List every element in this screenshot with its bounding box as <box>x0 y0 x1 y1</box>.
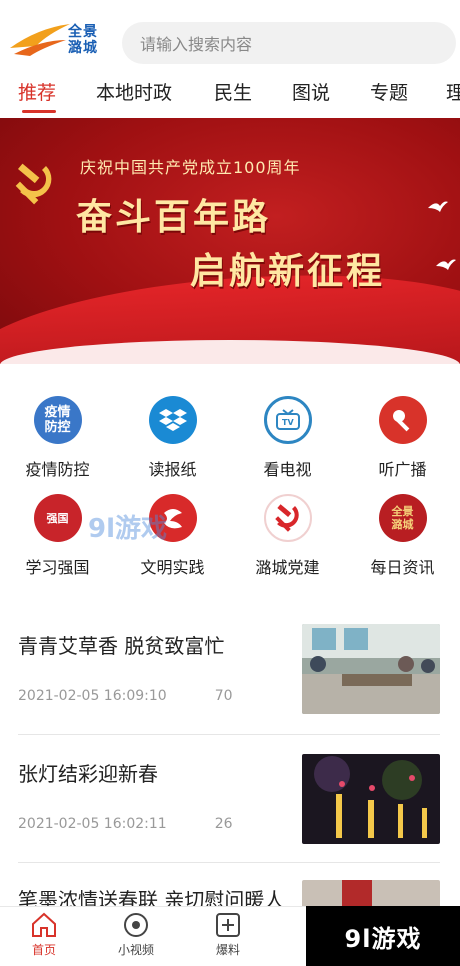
quick-link-label: 文明实践 <box>140 558 205 577</box>
dove-icon <box>436 259 456 270</box>
banner-headline-1: 奋斗百年路 <box>76 196 272 238</box>
news-title: 青青艾草香 脱贫致富忙 <box>18 634 225 658</box>
watermark-text: 9l游戏 <box>344 924 422 953</box>
news-title: 张灯结彩迎新春 <box>18 762 158 786</box>
news-item[interactable]: 青青艾草香 脱贫致富忙 2021-02-05 16:09:10 70 <box>0 604 460 732</box>
banner-subtitle: 庆祝中国共产党成立100周年 <box>80 158 301 177</box>
quick-link-epidemic[interactable]: 疫情 防控 疫情防控 <box>0 396 115 486</box>
tab-recommend[interactable]: 推荐 <box>18 78 56 105</box>
news-thumbnail[interactable] <box>302 624 440 714</box>
banner-headline-2: 启航新征程 <box>190 250 386 292</box>
quick-link-party-building[interactable]: 潞城党建 <box>230 494 345 584</box>
dropbox-icon <box>148 396 197 444</box>
party-emblem-icon <box>263 494 312 542</box>
logo-text-line1: 全景 <box>68 24 98 40</box>
news-item[interactable]: 张灯结彩迎新春 2021-02-05 16:02:11 26 <box>0 734 460 862</box>
dove-icon <box>428 201 448 212</box>
microphone-icon <box>378 396 427 444</box>
plus-icon <box>216 913 240 937</box>
quick-link-newspaper[interactable]: 读报纸 <box>115 396 230 486</box>
nav-label: 小视频 <box>117 943 154 957</box>
svg-text:TV: TV <box>282 418 294 427</box>
video-icon <box>124 913 148 937</box>
epidemic-icon: 疫情 防控 <box>33 396 82 444</box>
watermark-badge: 9l游戏 <box>306 906 460 966</box>
nav-report[interactable]: 爆料 <box>198 911 258 958</box>
news-view-count: 26 <box>214 816 233 832</box>
tab-livelihood[interactable]: 民生 <box>214 78 252 105</box>
search-placeholder: 请输入搜索内容 <box>140 35 253 54</box>
category-tabs: 推荐 本地时政 民生 图说 专题 理 <box>0 72 460 116</box>
xuexi-icon: 强国 <box>33 494 82 542</box>
quick-link-label: 疫情防控 <box>25 460 90 479</box>
quick-link-label: 看电视 <box>263 460 312 479</box>
news-time: 2021-02-05 16:02:11 <box>18 816 167 832</box>
nav-home[interactable]: 首页 <box>14 911 74 958</box>
tab-picture[interactable]: 图说 <box>292 78 330 105</box>
quick-link-tv[interactable]: TV 看电视 <box>230 396 345 486</box>
app-logo[interactable]: 全景 潞城 <box>8 20 104 62</box>
tab-topics[interactable]: 专题 <box>370 78 408 105</box>
tv-icon: TV <box>263 396 312 444</box>
nav-label: 首页 <box>31 943 56 957</box>
news-thumbnail[interactable] <box>302 754 440 844</box>
nav-label: 爆料 <box>215 943 240 957</box>
news-meta: 2021-02-05 16:02:11 26 <box>18 816 233 832</box>
home-icon <box>32 912 56 937</box>
quick-link-daily-news[interactable]: 全景 潞城 每日资讯 <box>345 494 460 584</box>
quick-link-label: 学习强国 <box>25 558 90 577</box>
tab-local-politics[interactable]: 本地时政 <box>96 78 172 105</box>
quick-link-label: 听广播 <box>378 460 427 479</box>
header: 全景 潞城 请输入搜索内容 <box>0 0 460 70</box>
news-view-count: 70 <box>214 688 233 704</box>
active-tab-indicator <box>22 110 56 113</box>
watermark-overlay: 9l游戏 <box>88 514 168 544</box>
tab-theory[interactable]: 理 <box>446 78 460 105</box>
quick-link-label: 潞城党建 <box>255 558 320 577</box>
quick-link-label: 每日资讯 <box>370 558 435 577</box>
quick-link-label: 读报纸 <box>148 460 197 479</box>
logo-text-line2: 潞城 <box>68 40 98 56</box>
news-meta: 2021-02-05 16:09:10 70 <box>18 688 233 704</box>
news-time: 2021-02-05 16:09:10 <box>18 688 167 704</box>
hero-banner[interactable]: 庆祝中国共产党成立100周年 奋斗百年路 启航新征程 <box>0 118 460 364</box>
quick-link-radio[interactable]: 听广播 <box>345 396 460 486</box>
nav-short-video[interactable]: 小视频 <box>106 911 166 958</box>
search-input[interactable]: 请输入搜索内容 <box>122 22 456 64</box>
daily-news-icon: 全景 潞城 <box>378 494 427 542</box>
hammer-sickle-icon <box>15 163 52 205</box>
